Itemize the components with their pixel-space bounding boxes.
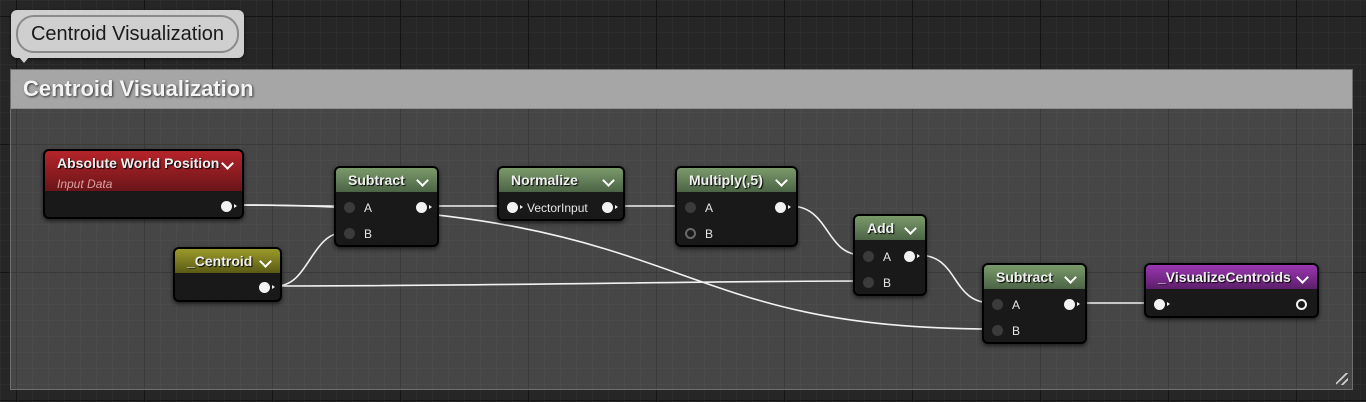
pin-label-a: A [705, 201, 714, 215]
pin-label-a: A [883, 250, 892, 264]
pin-label-vectorinput: VectorInput [527, 201, 588, 215]
output-pin[interactable] [775, 202, 791, 213]
node-centroid[interactable]: _Centroid [173, 247, 282, 302]
output-pin[interactable] [1064, 299, 1080, 310]
chevron-down-icon[interactable] [1296, 271, 1309, 284]
node-title: _VisualizeCentroids [1158, 269, 1291, 285]
input-pin-b[interactable] [863, 277, 874, 288]
wire-centroid-to-add-b[interactable] [275, 280, 863, 287]
node-title: Normalize [511, 172, 578, 188]
wire-add-to-subtract2-a[interactable] [917, 254, 993, 304]
node-title: Multiply(,5) [689, 172, 763, 188]
node-subtract-1[interactable]: Subtract A B [334, 166, 439, 247]
node-header[interactable]: Multiply(,5) [677, 168, 796, 192]
node-header[interactable]: Subtract [336, 168, 437, 192]
node-subtitle: Input Data [57, 177, 113, 191]
output-pin[interactable] [602, 202, 618, 213]
node-header[interactable]: _Centroid [175, 249, 280, 273]
output-pin[interactable] [1296, 299, 1307, 310]
node-header[interactable]: Normalize [499, 168, 623, 192]
input-pin-vector[interactable] [507, 202, 523, 213]
input-pin-b[interactable] [992, 325, 1003, 336]
output-pin[interactable] [221, 201, 237, 212]
node-add[interactable]: Add A B [853, 214, 927, 296]
node-header[interactable]: Add [855, 216, 925, 240]
pin-label-b: B [705, 227, 714, 241]
pin-label-a: A [1012, 298, 1021, 312]
chevron-down-icon[interactable] [1064, 271, 1077, 284]
chevron-down-icon[interactable] [775, 174, 788, 187]
node-title: Subtract [348, 172, 405, 188]
wire-multiply-to-add-a[interactable] [789, 205, 863, 256]
pin-label-b: B [1012, 324, 1021, 338]
input-pin-a[interactable] [344, 202, 355, 213]
node-subtract-2[interactable]: Subtract A B [982, 263, 1087, 344]
chevron-down-icon[interactable] [904, 222, 917, 235]
output-pin[interactable] [259, 282, 275, 293]
node-title: Subtract [996, 269, 1053, 285]
chevron-down-icon[interactable] [221, 157, 234, 170]
input-pin-b[interactable] [685, 228, 696, 239]
output-pin[interactable] [904, 251, 920, 262]
node-title: Add [867, 220, 895, 236]
output-pin[interactable] [416, 202, 432, 213]
node-header[interactable]: Absolute World Position Input Data [45, 151, 242, 191]
input-pin-a[interactable] [992, 299, 1003, 310]
input-pin[interactable] [1154, 299, 1170, 310]
node-title: Absolute World Position [57, 155, 220, 171]
node-absolute-world-position[interactable]: Absolute World Position Input Data [43, 149, 244, 219]
chevron-down-icon[interactable] [602, 174, 615, 187]
pin-label-b: B [364, 227, 373, 241]
node-title: _Centroid [187, 253, 253, 269]
input-pin-a[interactable] [685, 202, 696, 213]
pin-label-a: A [364, 201, 373, 215]
input-pin-b[interactable] [344, 228, 355, 239]
chevron-down-icon[interactable] [416, 174, 429, 187]
node-multiply[interactable]: Multiply(,5) A B [675, 166, 798, 247]
pin-label-b: B [883, 276, 892, 290]
chevron-down-icon[interactable] [259, 255, 272, 268]
node-header[interactable]: _VisualizeCentroids [1146, 265, 1317, 289]
node-visualize-centroids[interactable]: _VisualizeCentroids [1144, 263, 1319, 318]
input-pin-a[interactable] [863, 251, 874, 262]
node-header[interactable]: Subtract [984, 265, 1085, 289]
node-normalize[interactable]: Normalize VectorInput [497, 166, 625, 221]
